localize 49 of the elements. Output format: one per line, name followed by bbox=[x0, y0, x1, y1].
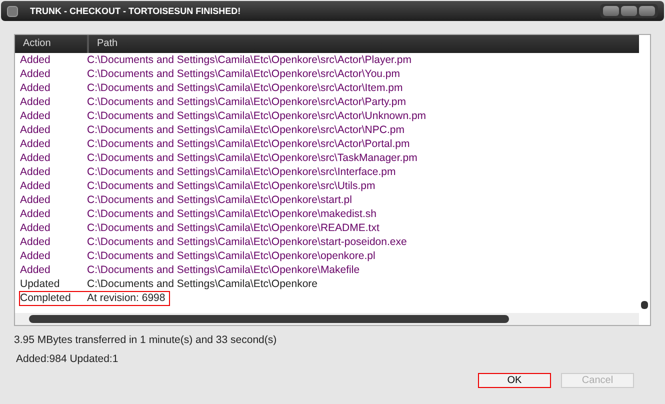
column-header[interactable]: Path bbox=[89, 35, 118, 53]
action-cell-text: Added bbox=[20, 222, 52, 234]
action-cell-text: Added bbox=[20, 166, 52, 178]
horizontal-scrollbar[interactable] bbox=[15, 313, 639, 325]
minimize-button[interactable] bbox=[603, 6, 619, 16]
path-cell-text: C:\Documents and Settings\Camila\Etc\Openkore\src\Utils.pm bbox=[87, 180, 376, 192]
maximize-button[interactable] bbox=[621, 6, 637, 16]
path-cell-text: C:\Documents and Settings\Camila\Etc\Openkore\src\Actor\Player.pm bbox=[87, 54, 412, 66]
path-cell-text: C:\Documents and Settings\Camila\Etc\Openkore\src\Interface.pm bbox=[87, 166, 397, 178]
action-cell-text: Added bbox=[20, 110, 52, 122]
path-cell-text: C:\Documents and Settings\Camila\Etc\Openkore\src\Actor\Portal.pm bbox=[87, 138, 411, 150]
action-cell-text: Added bbox=[20, 250, 52, 262]
path-cell-text: C:\Documents and Settings\Camila\Etc\Openkore\src\Actor\You.pm bbox=[87, 68, 402, 80]
action-cell-text: Completed bbox=[20, 292, 72, 304]
action-cell-text: Updated bbox=[20, 278, 61, 290]
action-cell-text: Added bbox=[20, 54, 52, 66]
summary-text: Added:984 Updated:1 bbox=[15, 353, 120, 365]
action-cell-text: Added bbox=[20, 68, 52, 80]
action-cell-text: Added bbox=[20, 138, 52, 150]
action-cell-text: Added bbox=[20, 82, 52, 94]
path-cell-text: C:\Documents and Settings\Camila\Etc\Openkore\src\TaskManager.pm bbox=[87, 152, 418, 164]
action-cell-text: Added bbox=[20, 236, 52, 248]
close-button[interactable] bbox=[639, 6, 655, 16]
action-cell-text: Added bbox=[20, 208, 52, 220]
path-cell-text: C:\Documents and Settings\Camila\Etc\Openkore\Makefile bbox=[87, 264, 361, 276]
path-cell-text: C:\Documents and Settings\Camila\Etc\Openkore\README.txt bbox=[87, 222, 380, 234]
path-cell-text: C:\Documents and Settings\Camila\Etc\Openkore\src\Actor\NPC.pm bbox=[87, 124, 406, 136]
action-cell-text: Added bbox=[20, 96, 52, 108]
path-cell-text: At revision: 6998 bbox=[87, 292, 166, 304]
path-cell-text: C:\Documents and Settings\Camila\Etc\Openkore\src\Actor\Unknown.pm bbox=[87, 110, 428, 122]
scroll-thumb[interactable] bbox=[641, 301, 648, 309]
transfer-info: 3.95 MBytes transferred in 1 minute(s) and 33 second(s) bbox=[14, 334, 278, 346]
window-title: TRUNK - CHECKOUT - TORTOISESUN FINISHED! bbox=[30, 6, 242, 16]
action-cell-text: Added bbox=[20, 194, 52, 206]
path-cell-text: C:\Documents and Settings\Camila\Etc\Openkore\src\Actor\Item.pm bbox=[87, 82, 404, 94]
action-cell-text: Added bbox=[20, 180, 52, 192]
path-cell-text: C:\Documents and Settings\Camila\Etc\Openkore\openkore.pl bbox=[87, 250, 376, 262]
window-menu-icon[interactable] bbox=[7, 6, 18, 16]
path-cell-text: C:\Documents and Settings\Camila\Etc\Openkore bbox=[87, 278, 319, 290]
action-cell-text: Added bbox=[20, 152, 52, 164]
ok-button[interactable]: OK bbox=[478, 373, 551, 388]
action-cell-text: Added bbox=[20, 124, 52, 136]
scroll-thumb[interactable] bbox=[29, 315, 509, 323]
action-cell-text: Added bbox=[20, 264, 52, 276]
path-cell-text: C:\Documents and Settings\Camila\Etc\Openkore\makedist.sh bbox=[87, 208, 378, 220]
column-header[interactable]: Action bbox=[15, 35, 89, 53]
path-cell-text: C:\Documents and Settings\Camila\Etc\Openkore\start.pl bbox=[87, 194, 353, 206]
path-cell-text: C:\Documents and Settings\Camila\Etc\Openkore\start-poseidon.exe bbox=[87, 236, 408, 248]
path-cell-text: C:\Documents and Settings\Camila\Etc\Openkore\src\Actor\Party.pm bbox=[87, 96, 408, 108]
